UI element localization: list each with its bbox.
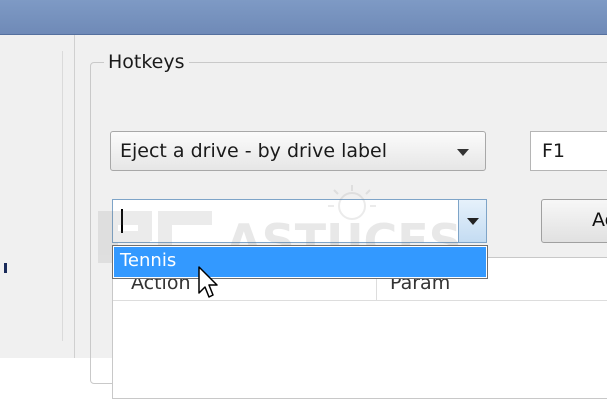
add-button-label: Ac bbox=[592, 209, 607, 231]
action-select[interactable]: Eject a drive - by drive label bbox=[110, 131, 486, 171]
param-input[interactable] bbox=[113, 200, 453, 240]
param-combobox[interactable] bbox=[112, 199, 487, 243]
hotkeys-group-title: Hotkeys bbox=[104, 51, 189, 73]
left-pane bbox=[0, 35, 75, 358]
action-select-value: Eject a drive - by drive label bbox=[120, 140, 388, 162]
add-button[interactable]: Ac bbox=[541, 199, 607, 243]
window-titlebar bbox=[0, 0, 607, 35]
chevron-down-icon bbox=[457, 149, 469, 156]
dropdown-option-label: Tennis bbox=[120, 250, 177, 271]
chevron-down-icon bbox=[467, 218, 479, 225]
left-pane-divider bbox=[62, 51, 63, 341]
hotkey-field[interactable]: F1 bbox=[530, 131, 607, 171]
text-caret bbox=[121, 209, 123, 233]
param-dropdown-button[interactable] bbox=[458, 200, 486, 242]
dropdown-option-tennis[interactable]: Tennis bbox=[114, 247, 486, 277]
left-edge-mark bbox=[4, 263, 7, 273]
window-body: Hotkeys Eject a drive - by drive label F… bbox=[0, 35, 607, 399]
mouse-pointer-icon bbox=[198, 266, 218, 298]
param-dropdown-list: Tennis bbox=[112, 245, 488, 279]
hotkey-value: F1 bbox=[542, 140, 566, 162]
